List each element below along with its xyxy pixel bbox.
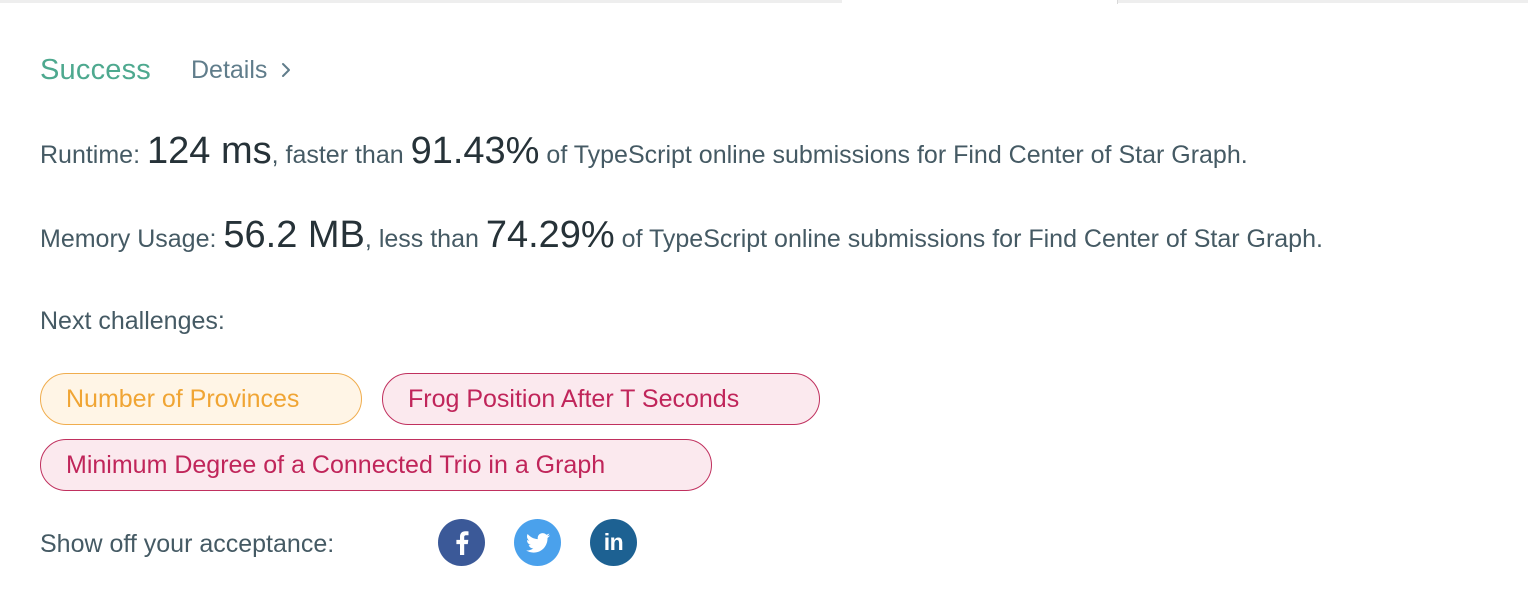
share-label: Show off your acceptance:: [40, 530, 335, 558]
memory-suffix: of TypeScript online submissions for Fin…: [614, 225, 1323, 253]
memory-stat: Memory Usage: 56.2 MB, less than 74.29% …: [40, 214, 1323, 257]
twitter-share-button[interactable]: [514, 519, 561, 566]
details-link[interactable]: Details: [191, 56, 291, 85]
facebook-icon: [455, 530, 468, 555]
challenge-connected-trio[interactable]: Minimum Degree of a Connected Trio in a …: [40, 439, 712, 491]
status-success-label: Success: [40, 53, 151, 86]
details-label: Details: [191, 55, 268, 84]
twitter-icon: [525, 532, 550, 553]
challenge-title: Frog Position After T Seconds: [408, 384, 740, 413]
memory-value: 56.2 MB: [223, 214, 365, 256]
runtime-label: Runtime:: [40, 141, 147, 169]
challenge-title: Number of Provinces: [66, 384, 300, 413]
tab-strip-right: [1118, 0, 1528, 3]
runtime-suffix: of TypeScript online submissions for Fin…: [539, 141, 1248, 169]
memory-label: Memory Usage:: [40, 225, 224, 253]
top-tab-strip: [0, 0, 1528, 4]
challenge-number-of-provinces[interactable]: Number of Provinces: [40, 373, 362, 425]
chevron-right-icon: [282, 63, 291, 77]
runtime-value: 124 ms: [146, 130, 272, 172]
facebook-share-button[interactable]: [438, 519, 485, 566]
tab-strip-left: [0, 0, 842, 3]
runtime-comparison: , faster than: [271, 141, 411, 169]
next-challenges-label: Next challenges:: [40, 307, 225, 335]
memory-percent: 74.29%: [485, 214, 615, 256]
memory-comparison: , less than: [364, 225, 486, 253]
runtime-stat: Runtime: 124 ms, faster than 91.43% of T…: [40, 130, 1248, 173]
challenge-title: Minimum Degree of a Connected Trio in a …: [66, 450, 606, 479]
result-header: Success Details: [40, 50, 291, 90]
challenge-frog-position[interactable]: Frog Position After T Seconds: [382, 373, 820, 425]
linkedin-icon: in: [603, 529, 624, 555]
runtime-percent: 91.43%: [410, 130, 540, 172]
linkedin-share-button[interactable]: in: [590, 519, 637, 566]
